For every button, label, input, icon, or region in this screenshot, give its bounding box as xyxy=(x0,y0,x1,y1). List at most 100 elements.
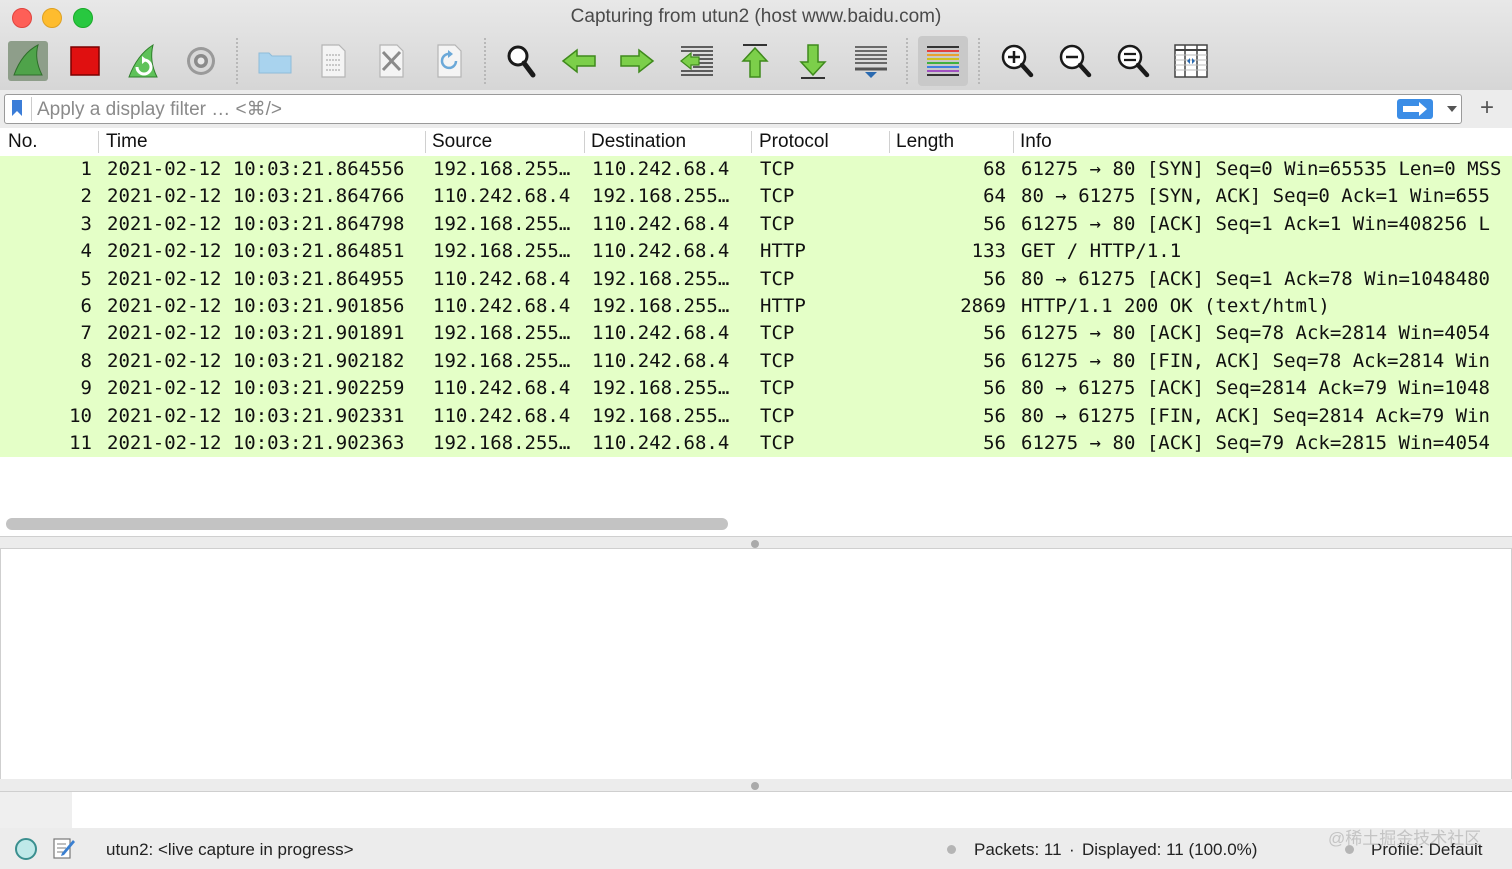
toolbar-separator xyxy=(978,38,981,84)
cell-length: 56 xyxy=(983,377,1006,400)
table-row[interactable]: 8 2021-02-12 10:03:21.902182 192.168.255… 1… xyxy=(0,347,1512,376)
table-row[interactable]: 2 2021-02-12 10:03:21.864766 110.242.68.4 1… xyxy=(0,183,1512,211)
status-bar: utun2: <live capture in progress> Packet… xyxy=(0,828,1512,869)
cell-info: GET / HTTP/1.1 xyxy=(1021,240,1182,263)
goto-packet-icon xyxy=(680,46,713,76)
restart-fin-icon xyxy=(128,43,158,78)
magnifier-icon xyxy=(507,45,536,78)
column-header-no[interactable]: No. xyxy=(8,131,38,153)
column-divider[interactable] xyxy=(751,131,752,153)
go-back-button[interactable] xyxy=(554,36,604,86)
cell-source: 110.242.68.4 xyxy=(433,294,571,317)
cell-no: 10 xyxy=(69,404,92,427)
bytes-gutter xyxy=(0,792,72,828)
cell-info: 80 → 61275 [ACK] Seq=2814 Ack=79 Win=104… xyxy=(1021,377,1490,400)
colorize-icon xyxy=(927,46,959,76)
cell-length: 68 xyxy=(983,158,1006,180)
autoscroll-button[interactable] xyxy=(846,36,896,86)
table-row[interactable]: 9 2021-02-12 10:03:21.902259 110.242.68.4 1… xyxy=(0,375,1512,403)
normal-size-button[interactable] xyxy=(1108,36,1158,86)
restart-capture-button[interactable] xyxy=(118,36,168,86)
column-divider[interactable] xyxy=(425,131,426,153)
arrow-right-icon xyxy=(1403,102,1427,116)
first-packet-button[interactable] xyxy=(730,36,780,86)
cell-source: 192.168.255… xyxy=(433,322,571,345)
column-header-info[interactable]: Info xyxy=(1020,131,1052,153)
cell-info: HTTP/1.1 200 OK (text/html) xyxy=(1021,294,1330,317)
column-divider[interactable] xyxy=(1013,131,1014,153)
packet-list-header: No. Time Source Destination Protocol Len… xyxy=(0,128,1512,157)
filter-history-dropdown[interactable] xyxy=(1443,99,1461,119)
filter-divider xyxy=(31,97,32,121)
capture-comment-icon[interactable] xyxy=(52,836,76,860)
column-divider[interactable] xyxy=(98,131,99,153)
go-to-packet-button[interactable] xyxy=(672,36,722,86)
column-divider[interactable] xyxy=(889,131,890,153)
cell-info: 80 → 61275 [ACK] Seq=1 Ack=78 Win=104848… xyxy=(1021,267,1490,290)
display-filter-bar: Apply a display filter … <⌘/> xyxy=(0,90,1512,128)
open-file-button[interactable] xyxy=(250,36,300,86)
last-packet-button[interactable] xyxy=(788,36,838,86)
go-forward-button[interactable] xyxy=(612,36,662,86)
displayed-count: Displayed: 11 (100.0%) xyxy=(1082,840,1258,859)
cell-length: 56 xyxy=(983,212,1006,235)
packet-bytes-pane[interactable] xyxy=(0,791,1512,829)
capture-status-text: utun2: <live capture in progress> xyxy=(106,840,354,859)
column-header-time[interactable]: Time xyxy=(106,131,148,153)
column-header-length[interactable]: Length xyxy=(896,131,954,153)
table-row[interactable]: 6 2021-02-12 10:03:21.901856 110.242.68.4 1… xyxy=(0,292,1512,321)
cell-destination: 192.168.255… xyxy=(592,294,730,317)
cell-length: 133 xyxy=(971,240,1006,263)
toolbar-separator xyxy=(484,38,487,84)
add-filter-button-icon[interactable]: + xyxy=(1476,96,1498,120)
save-file-button[interactable] xyxy=(308,36,358,86)
splitter-handle[interactable] xyxy=(751,782,759,790)
table-row[interactable]: 4 2021-02-12 10:03:21.864851 192.168.255… 1… xyxy=(0,238,1512,266)
column-header-source[interactable]: Source xyxy=(432,131,492,153)
cell-no: 8 xyxy=(80,349,92,372)
column-header-destination[interactable]: Destination xyxy=(591,131,686,153)
column-header-protocol[interactable]: Protocol xyxy=(759,131,829,153)
resize-columns-button[interactable] xyxy=(1166,36,1216,86)
reload-file-button[interactable] xyxy=(424,36,474,86)
cell-no: 9 xyxy=(80,377,92,400)
pane-splitter[interactable] xyxy=(0,779,1512,791)
cell-protocol: HTTP xyxy=(760,240,806,263)
table-row[interactable]: 1 2021-02-12 10:03:21.864556 192.168.255… 1… xyxy=(0,156,1512,184)
zoom-out-button[interactable] xyxy=(1050,36,1100,86)
cell-info: 61275 → 80 [SYN] Seq=0 Win=65535 Len=0 M… xyxy=(1021,158,1502,180)
cell-time: 2021-02-12 10:03:21.864556 xyxy=(107,158,405,180)
close-file-button[interactable] xyxy=(366,36,416,86)
column-divider[interactable] xyxy=(584,131,585,153)
colorize-button[interactable] xyxy=(918,36,968,86)
stop-capture-button[interactable] xyxy=(60,36,110,86)
horizontal-scrollbar-thumb[interactable] xyxy=(6,518,728,530)
expert-info-icon[interactable] xyxy=(15,838,37,860)
cell-info: 61275 → 80 [ACK] Seq=79 Ack=2815 Win=405… xyxy=(1021,431,1490,454)
cell-time: 2021-02-12 10:03:21.864798 xyxy=(107,212,405,235)
cell-length: 56 xyxy=(983,404,1006,427)
packet-list[interactable]: No. Time Source Destination Protocol Len… xyxy=(0,128,1512,537)
capture-options-button[interactable] xyxy=(176,36,226,86)
title-bar: Capturing from utun2 (host www.baidu.com… xyxy=(0,0,1512,91)
find-packet-button[interactable] xyxy=(496,36,546,86)
splitter-handle[interactable] xyxy=(751,540,759,548)
cell-protocol: TCP xyxy=(760,322,795,345)
arrow-right-icon xyxy=(620,48,655,74)
table-row[interactable]: 7 2021-02-12 10:03:21.901891 192.168.255… 1… xyxy=(0,320,1512,348)
packet-details-pane[interactable] xyxy=(0,548,1512,780)
cell-protocol: TCP xyxy=(760,158,795,180)
table-row[interactable]: 11 2021-02-12 10:03:21.902363 192.168.255…… xyxy=(0,429,1512,458)
start-capture-button[interactable] xyxy=(3,36,53,86)
zoom-in-button[interactable] xyxy=(992,36,1042,86)
apply-filter-button[interactable] xyxy=(1397,99,1433,119)
table-row[interactable]: 10 2021-02-12 10:03:21.902331 110.242.68.4… xyxy=(0,402,1512,430)
table-row[interactable]: 3 2021-02-12 10:03:21.864798 192.168.255… 1… xyxy=(0,210,1512,239)
window-title: Capturing from utun2 (host www.baidu.com… xyxy=(570,6,942,27)
cell-no: 1 xyxy=(80,158,92,180)
display-filter-input[interactable]: Apply a display filter … <⌘/> xyxy=(4,94,1462,124)
cell-destination: 192.168.255… xyxy=(592,185,730,208)
cell-time: 2021-02-12 10:03:21.902259 xyxy=(107,377,405,400)
table-row[interactable]: 5 2021-02-12 10:03:21.864955 110.242.68.4 1… xyxy=(0,265,1512,293)
bookmark-icon[interactable] xyxy=(11,99,23,117)
